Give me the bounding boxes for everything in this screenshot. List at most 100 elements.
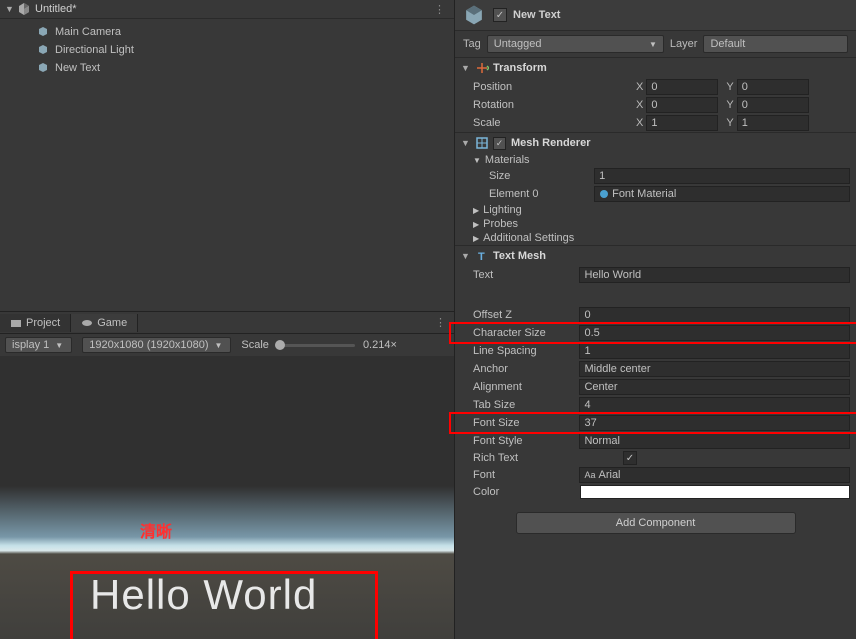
materials-row[interactable]: Materials <box>455 153 856 167</box>
y-axis-label: Y <box>726 117 733 129</box>
transform-icon <box>475 61 489 75</box>
tab-label: Project <box>26 317 60 329</box>
font-object-field[interactable]: Aa Arial <box>579 467 850 483</box>
font-icon: Aa <box>584 470 595 480</box>
text-mesh-title: Text Mesh <box>493 250 546 262</box>
chevron-down-icon: ▼ <box>55 341 63 350</box>
scene-foldout-icon[interactable]: ▼ <box>5 4 15 14</box>
hierarchy-panel: ▼ Untitled* ⋮ Main Camera Directional Li… <box>0 0 454 312</box>
mesh-renderer-enabled-checkbox[interactable] <box>493 137 506 150</box>
rotation-row: Rotation X Y <box>455 96 856 114</box>
foldout-open-icon[interactable]: ▼ <box>461 251 471 261</box>
font-size-input[interactable] <box>579 415 850 431</box>
alignment-label: Alignment <box>473 381 579 393</box>
hierarchy-item-label: Directional Light <box>55 44 134 56</box>
rich-text-checkbox[interactable] <box>623 451 637 465</box>
color-field[interactable] <box>580 485 850 499</box>
text-mesh-icon: T <box>475 249 489 263</box>
slider-thumb[interactable] <box>275 340 285 350</box>
resolution-dropdown[interactable]: 1920x1080 (1920x1080) ▼ <box>82 337 231 353</box>
font-size-row: Font Size <box>455 414 856 432</box>
offset-z-input[interactable] <box>579 307 850 323</box>
probes-row[interactable]: Probes <box>455 217 856 231</box>
font-style-dropdown[interactable]: Normal <box>579 433 850 449</box>
scale-slider[interactable] <box>275 344 355 347</box>
foldout-open-icon[interactable]: ▼ <box>461 138 471 148</box>
rotation-label: Rotation <box>473 99 628 111</box>
hierarchy-scene-row[interactable]: ▼ Untitled* ⋮ <box>0 0 454 19</box>
font-value: Arial <box>599 469 621 481</box>
color-row: Color <box>455 484 856 500</box>
rich-text-label: Rich Text <box>473 452 623 464</box>
transform-header[interactable]: ▼ Transform <box>455 58 856 78</box>
rotation-y-input[interactable] <box>737 97 809 113</box>
gameobject-active-checkbox[interactable] <box>493 8 507 22</box>
game-view: Hello World <box>0 356 454 639</box>
line-spacing-input[interactable] <box>579 343 850 359</box>
mesh-renderer-component: ▼ Mesh Renderer Materials Size Element 0… <box>455 132 856 245</box>
color-label: Color <box>473 486 580 498</box>
x-axis-label: X <box>636 99 643 111</box>
materials-size-input[interactable] <box>594 168 850 184</box>
alignment-dropdown[interactable]: Center <box>579 379 850 395</box>
text-row: Text <box>455 266 856 284</box>
position-y-input[interactable] <box>737 79 809 95</box>
rotation-x-input[interactable] <box>646 97 718 113</box>
gameobject-name[interactable]: New Text <box>513 9 560 21</box>
game-toolbar: isplay 1 ▼ 1920x1080 (1920x1080) ▼ Scale… <box>0 334 454 356</box>
tag-dropdown[interactable]: Untagged ▼ <box>487 35 664 53</box>
hierarchy-list: Main Camera Directional Light New Text <box>0 19 454 77</box>
layer-dropdown[interactable]: Default <box>703 35 848 53</box>
position-x-input[interactable] <box>646 79 718 95</box>
lighting-row[interactable]: Lighting <box>455 203 856 217</box>
text-mesh-header[interactable]: ▼ T Text Mesh <box>455 246 856 266</box>
font-size-label: Font Size <box>473 417 579 429</box>
folder-icon <box>10 317 22 329</box>
offset-z-row: Offset Z <box>455 306 856 324</box>
probes-label: Probes <box>473 218 623 230</box>
font-row: Font Aa Arial <box>455 466 856 484</box>
add-component-button[interactable]: Add Component <box>516 512 796 534</box>
mesh-renderer-header[interactable]: ▼ Mesh Renderer <box>455 133 856 153</box>
offset-z-label: Offset Z <box>473 309 579 321</box>
hierarchy-item-camera[interactable]: Main Camera <box>8 23 454 41</box>
chevron-down-icon: ▼ <box>214 341 222 350</box>
scale-x-input[interactable] <box>646 115 718 131</box>
scale-label: Scale <box>473 117 628 129</box>
tabs-menu-icon[interactable]: ⋮ <box>427 316 454 329</box>
annotation-text-clear: 清晰 <box>140 518 172 542</box>
anchor-label: Anchor <box>473 363 579 375</box>
hierarchy-item-label: New Text <box>55 62 100 74</box>
gameobject-icon <box>36 43 50 57</box>
gameobject-icon <box>36 61 50 75</box>
character-size-input[interactable] <box>579 325 850 341</box>
tab-label: Game <box>97 317 127 329</box>
chevron-down-icon: ▼ <box>649 40 657 49</box>
foldout-open-icon[interactable]: ▼ <box>461 63 471 73</box>
tab-size-label: Tab Size <box>473 399 579 411</box>
anchor-dropdown[interactable]: Middle center <box>579 361 850 377</box>
hierarchy-menu-icon[interactable]: ⋮ <box>430 3 449 16</box>
scale-y-input[interactable] <box>737 115 809 131</box>
tab-game[interactable]: Game <box>71 314 138 332</box>
rich-text-row: Rich Text <box>455 450 856 466</box>
element0-label: Element 0 <box>489 188 594 200</box>
gameobject-large-icon <box>463 4 485 26</box>
tag-value: Untagged <box>494 38 542 50</box>
additional-settings-row[interactable]: Additional Settings <box>455 231 856 245</box>
element0-object-field[interactable]: Font Material <box>594 186 850 202</box>
layer-value: Default <box>710 38 745 50</box>
hierarchy-item-light[interactable]: Directional Light <box>8 41 454 59</box>
tabs-bar: Project Game ⋮ <box>0 312 454 334</box>
hierarchy-item-newtext[interactable]: New Text <box>8 59 454 77</box>
tab-size-input[interactable] <box>579 397 850 413</box>
position-label: Position <box>473 81 628 93</box>
tab-project[interactable]: Project <box>0 314 71 332</box>
size-label: Size <box>489 170 594 182</box>
text-label: Text <box>473 269 579 281</box>
game-controller-icon <box>81 317 93 329</box>
inspector-header: New Text <box>455 0 856 31</box>
text-input[interactable] <box>579 267 850 283</box>
display-dropdown[interactable]: isplay 1 ▼ <box>5 337 72 353</box>
element0-value: Font Material <box>612 188 676 200</box>
